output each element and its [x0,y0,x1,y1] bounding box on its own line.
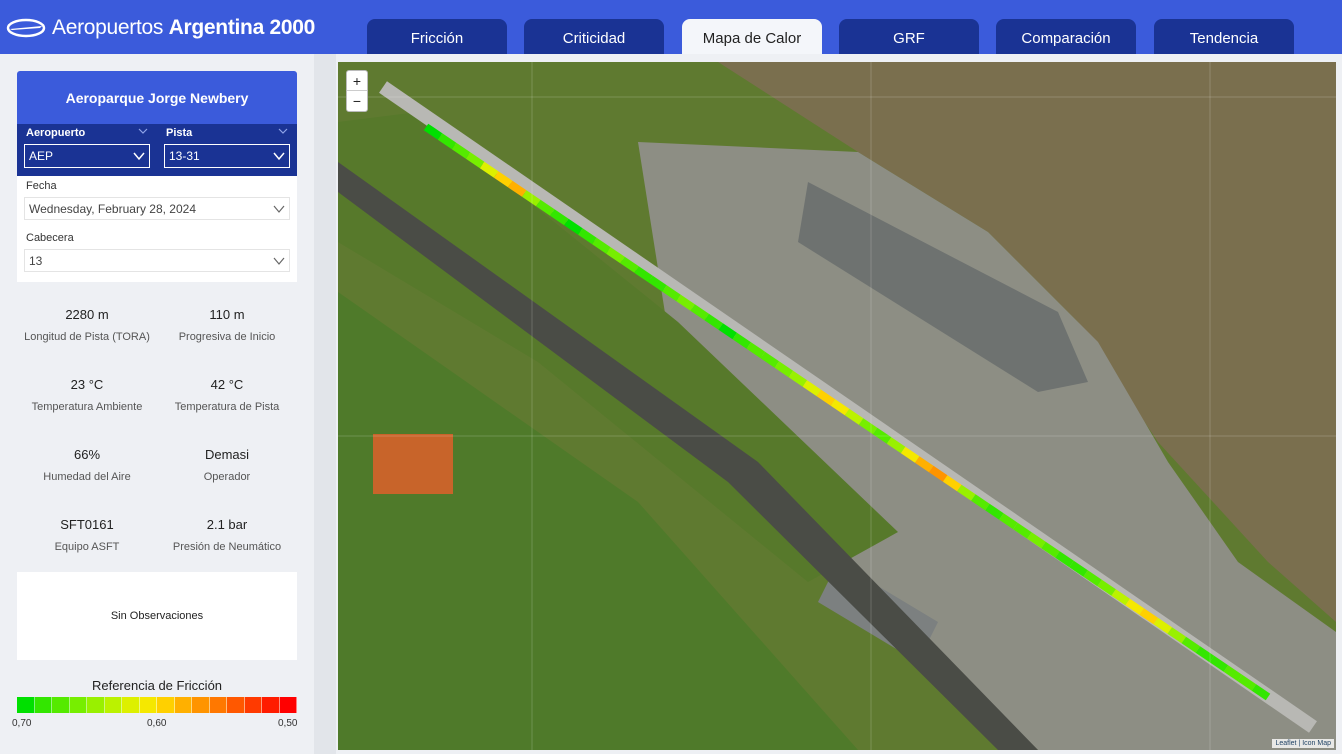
stat-value: 110 m [209,307,245,322]
stat-label: Progresiva de Inicio [178,331,276,343]
tab-comparacion[interactable]: Comparación [996,19,1136,54]
legend-tick-high: 0,70 [12,718,32,729]
airport-title: Aeroparque Jorge Newbery [17,71,297,124]
clay-courts [373,434,453,494]
stat-label: Temperatura de Pista [174,401,280,413]
chevron-down-icon [273,152,285,161]
fecha-dropdown[interactable]: Wednesday, February 28, 2024 [24,197,290,220]
zoom-out-button[interactable]: − [347,91,367,111]
legend-swatch [262,697,280,713]
legend-swatch [157,697,175,713]
map-attribution[interactable]: Leaflet | Icon Map [1272,739,1334,748]
tab-mapa-de-calor[interactable]: Mapa de Calor [682,19,822,54]
chevron-down-icon [278,128,288,134]
stat-humedad: 66% Humedad del Aire [17,447,157,483]
cabecera-dropdown[interactable]: 13 [24,249,290,272]
legend-swatch [17,697,35,713]
stat-value: SFT0161 [60,517,114,532]
cabecera-label: Cabecera [26,232,74,244]
zoom-control: + − [346,70,368,112]
sidebar-divider [314,54,336,754]
pista-label: Pista [166,127,193,139]
legend-swatch [87,697,105,713]
friction-legend-bar [17,697,297,713]
legend-swatch [227,697,245,713]
tab-tendencia[interactable]: Tendencia [1154,19,1294,54]
legend-swatch [69,697,87,713]
brand-logo: Aeropuertos Argentina 2000 [6,14,315,42]
filters-panel: Fecha Wednesday, February 28, 2024 Cabec… [17,176,297,282]
heatmap-map[interactable]: + − Leaflet | Icon Map [338,62,1336,750]
cabecera-value: 13 [29,253,43,268]
stat-label: Equipo ASFT [54,541,120,553]
stat-temp-ambiente: 23 °C Temperatura Ambiente [17,377,157,413]
tab-criticidad[interactable]: Criticidad [524,19,664,54]
chevron-down-icon [133,152,145,161]
legend-swatch [279,697,297,713]
zoom-in-button[interactable]: + [347,71,367,91]
observaciones-text: Sin Observaciones [110,610,204,622]
stat-label: Humedad del Aire [43,471,131,483]
fecha-label: Fecha [26,180,57,192]
legend-swatch [244,697,262,713]
selector-row: Aeropuerto AEP Pista 13-31 [17,124,297,176]
stat-label: Temperatura Ambiente [31,401,143,413]
aeropuerto-value: AEP [29,149,54,163]
stat-value: 42 °C [210,377,244,392]
tab-friccion[interactable]: Fricción [367,19,507,54]
stat-progresiva: 110 m Progresiva de Inicio [157,307,297,343]
stat-longitud: 2280 m Longitud de Pista (TORA) [17,307,157,343]
stat-label: Operador [203,471,251,483]
legend-swatch [122,697,140,713]
aeropuerto-label: Aeropuerto [26,127,86,139]
stat-label: Longitud de Pista (TORA) [24,331,150,343]
pista-selector: Pista 13-31 [164,124,290,176]
aeropuerto-dropdown[interactable]: AEP [24,144,150,168]
legend-swatch [174,697,192,713]
sidebar: Aeroparque Jorge Newbery Aeropuerto AEP … [0,54,314,754]
brand-name: Aeropuertos Argentina 2000 [52,16,315,39]
top-bar: Aeropuertos Argentina 2000 Fricción Crit… [0,0,1342,54]
chevron-down-icon [273,205,285,213]
stat-value: 23 °C [70,377,104,392]
legend-swatch [209,697,227,713]
chevron-down-icon [138,128,148,134]
stat-label: Presión de Neumático [172,541,282,553]
stat-value: Demasi [204,447,250,462]
aeropuerto-selector: Aeropuerto AEP [24,124,150,176]
stat-presion: 2.1 bar Presión de Neumático [157,517,297,553]
observaciones-box: Sin Observaciones [17,572,297,660]
legend-swatch [192,697,210,713]
chevron-down-icon [273,257,285,265]
pista-dropdown[interactable]: 13-31 [164,144,290,168]
legend-swatch [104,697,122,713]
legend-swatch [139,697,157,713]
legend-tick-low: 0,50 [278,718,298,729]
stat-value: 2.1 bar [206,517,248,532]
legend-swatch [34,697,52,713]
stat-temp-pista: 42 °C Temperatura de Pista [157,377,297,413]
stat-value: 66% [73,447,101,462]
tab-grf[interactable]: GRF [839,19,979,54]
legend-tick-mid: 0,60 [147,718,167,729]
legend-title: Referencia de Fricción [91,678,223,693]
legend-swatch [52,697,70,713]
stat-operador: Demasi Operador [157,447,297,483]
satellite-basemap [338,62,1336,750]
stat-value: 2280 m [65,307,109,322]
pista-value: 13-31 [169,149,200,163]
airport-logo-icon [6,18,46,38]
fecha-value: Wednesday, February 28, 2024 [29,201,196,216]
stat-equipo: SFT0161 Equipo ASFT [17,517,157,553]
